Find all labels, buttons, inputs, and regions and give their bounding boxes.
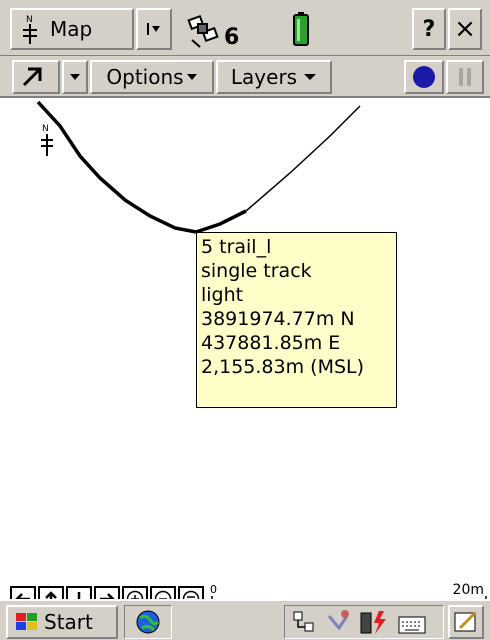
title-bar: N Map 6 ? ×: [0, 0, 490, 56]
popup-line: 2,155.83m (MSL): [201, 356, 365, 378]
pause-icon: [459, 68, 471, 86]
close-button[interactable]: ×: [448, 8, 482, 50]
svg-text:N: N: [26, 15, 33, 25]
pause-button[interactable]: [446, 60, 484, 94]
help-icon: ?: [422, 16, 436, 42]
dropdown-icon: [304, 74, 317, 80]
svg-text:N: N: [42, 124, 49, 134]
satellite-count: 6: [224, 25, 240, 50]
windows-flag-icon: [16, 613, 37, 630]
battery-indicator[interactable]: [293, 12, 309, 46]
taskbar-app-button[interactable]: [124, 605, 172, 639]
record-button[interactable]: [404, 60, 444, 94]
tool-select-button[interactable]: [12, 60, 60, 94]
pointer-arrow-icon: [22, 67, 42, 87]
keyboard-icon[interactable]: [397, 611, 427, 635]
map-view-button[interactable]: N Map: [10, 8, 134, 50]
toolbar: Options Layers: [0, 56, 490, 98]
popup-line: 437881.85m E: [201, 332, 341, 354]
view-dropdown-button[interactable]: [136, 8, 172, 50]
options-label: Options: [106, 65, 184, 89]
dropdown-icon: [147, 23, 160, 35]
network-icon[interactable]: [291, 609, 317, 635]
popup-line: 3891974.77m N: [201, 308, 355, 330]
app-globe-icon: [136, 610, 160, 634]
sync-icon[interactable]: [325, 608, 353, 636]
trail-line-thick-b: [195, 209, 247, 234]
input-panel-button[interactable]: [448, 605, 484, 639]
record-icon: [413, 66, 435, 88]
options-menu-button[interactable]: Options: [90, 60, 214, 94]
start-label: Start: [44, 610, 93, 634]
north-arrow-icon: N: [41, 124, 53, 156]
map-view-label: Map: [50, 17, 93, 41]
tool-dropdown-button[interactable]: [62, 60, 88, 94]
dropdown-icon: [70, 74, 80, 80]
system-tray: [284, 605, 444, 639]
popup-line: light: [201, 284, 244, 306]
start-button[interactable]: Start: [6, 605, 118, 639]
popup-line: 5 trail_l: [201, 236, 272, 258]
satellite-status[interactable]: 6: [186, 10, 256, 50]
trail-line-thin: [245, 105, 361, 212]
trail-line-thick: [36, 100, 197, 234]
satellite-icon: [187, 14, 219, 48]
layers-menu-button[interactable]: Layers: [216, 60, 332, 94]
battery-icon: [293, 12, 309, 46]
close-icon: ×: [454, 14, 476, 44]
help-button[interactable]: ?: [412, 8, 446, 50]
pen-icon: [454, 611, 477, 632]
popup-line: single track: [201, 260, 312, 282]
feature-info-popup: 5 trail_l single track light 3891974.77m…: [196, 232, 397, 408]
layers-label: Layers: [230, 65, 298, 89]
north-arrow-icon: N: [23, 15, 37, 44]
taskbar: Start: [0, 599, 490, 640]
power-icon[interactable]: [359, 609, 389, 635]
dropdown-icon: [186, 74, 197, 80]
